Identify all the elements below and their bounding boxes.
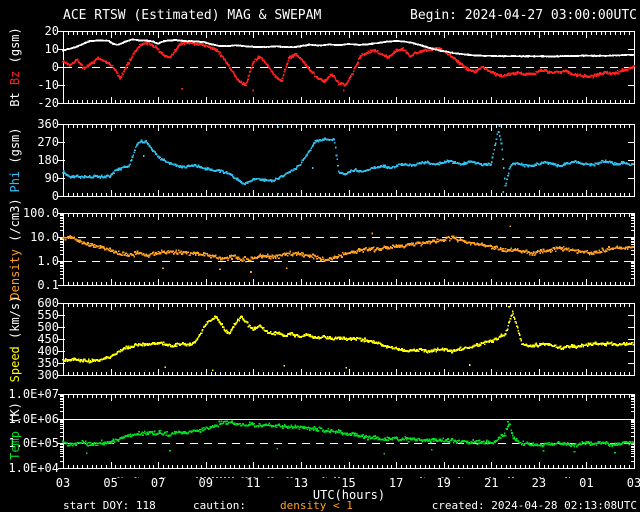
plot-canvas [58,31,635,478]
x-tick-label: 17 [388,476,404,490]
footer-start-doy: start DOY: 118 [63,499,156,512]
panel-ylabel-part: (gsm) [8,27,22,71]
panel-ylabel-part: Bt [8,85,22,107]
panel-ylabel-phi: Phi (gsm) [8,127,22,193]
footer-created-timestamp: created: 2024-04-28 02:13:08UTC [431,499,637,512]
panel-ylabel-part: (/cm3) [8,198,22,249]
x-tick-label: 03 [55,476,71,490]
panel-ylabel-part: Bz [8,70,22,86]
footer-caution-label: caution: [193,499,246,512]
panel-ylabel-temp: Temp (K) [8,402,22,460]
x-tick-label: 23 [531,476,547,490]
x-tick-label: 05 [103,476,118,490]
begin-timestamp: Begin: 2024-04-27 03:00:00UTC [410,8,637,23]
x-tick-label: 13 [293,476,309,490]
y-tick-label-temp: 1.0E+07 [8,387,59,401]
x-tick-label: 19 [436,476,451,490]
panel-ylabel-part: (gsm) [8,127,22,171]
panel-ylabel-part: Speed [8,346,22,383]
panel-ylabel-speed: Speed (km/s) [8,295,22,383]
x-tick-label: 03 [626,476,640,490]
panel-ylabel-part: Phi [8,170,22,193]
x-tick-label: 07 [150,476,166,490]
panel-ylabel-mag: Bt Bz (gsm) [8,27,22,107]
panel-ylabel-part: Density [8,249,22,300]
panel-ylabel-part: Temp [8,431,22,460]
x-tick-label: 01 [579,476,594,490]
footer-caution-value: density < 1 [280,499,353,512]
y-tick-label-temp: 1.0E+04 [8,461,59,475]
page-title: ACE RTSW (Estimated) MAG & SWEPAM [63,8,322,23]
ace-rtsw-plot-page: ACE RTSW (Estimated) MAG & SWEPAM Begin:… [0,0,640,512]
x-tick-label: 09 [198,476,213,490]
panel-ylabel-density: Density (/cm3) [8,198,22,300]
panel-ylabel-part: (km/s) [8,295,22,347]
x-tick-label: 11 [246,476,261,490]
x-tick-label: 15 [341,476,356,490]
x-tick-label: 21 [484,476,499,490]
panel-ylabel-part: (K) [8,402,22,431]
